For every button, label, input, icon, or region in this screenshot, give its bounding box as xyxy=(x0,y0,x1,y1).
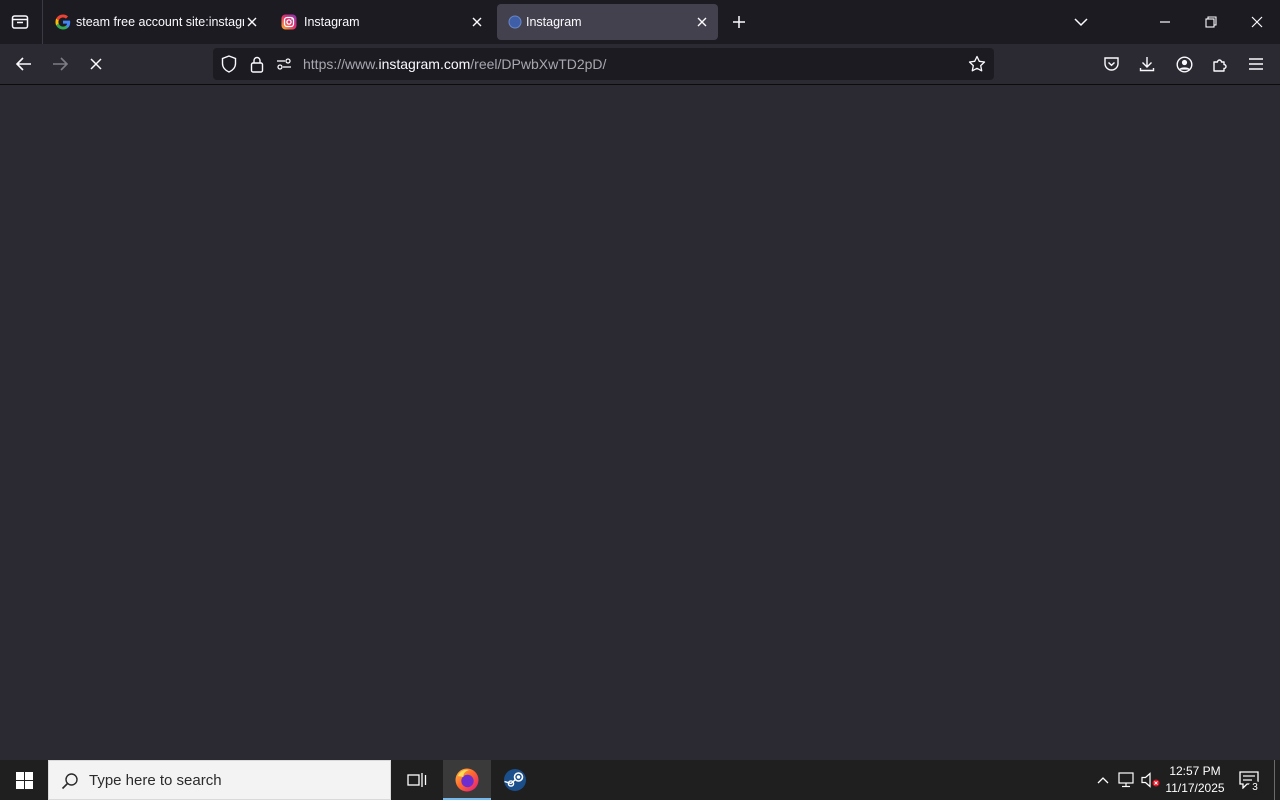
clock-time: 12:57 PM xyxy=(1169,764,1221,778)
url-prefix: https://www. xyxy=(303,56,379,72)
bookmark-star-icon[interactable] xyxy=(968,55,986,73)
loading-globe-icon xyxy=(507,14,523,30)
lock-icon[interactable] xyxy=(248,55,266,73)
notification-count-badge: 3 xyxy=(1248,781,1262,795)
chevron-up-icon xyxy=(1097,777,1109,784)
action-center-button[interactable] xyxy=(1232,760,1266,800)
url-host: instagram.com xyxy=(378,56,471,72)
tab-close-button[interactable] xyxy=(692,12,712,32)
downloads-button[interactable] xyxy=(1131,48,1163,80)
firefox-icon xyxy=(455,768,479,792)
start-button[interactable] xyxy=(0,760,48,800)
url-text[interactable]: https://www.instagram.com/reel/DPwbXwTD2… xyxy=(303,56,606,72)
taskbar-firefox-button[interactable] xyxy=(443,760,491,800)
page-content-area xyxy=(0,85,1280,760)
close-icon xyxy=(697,17,707,27)
taskbar-steam-button[interactable] xyxy=(493,760,537,800)
restore-button[interactable] xyxy=(1194,6,1228,38)
instagram-icon xyxy=(281,14,297,30)
stop-loading-button[interactable] xyxy=(80,48,112,80)
navigation-toolbar: https://www.instagram.com/reel/DPwbXwTD2… xyxy=(0,44,1280,85)
google-g-icon xyxy=(55,14,71,30)
tab-instagram-active[interactable]: Instagram xyxy=(497,4,718,40)
account-button[interactable] xyxy=(1168,48,1200,80)
forward-button[interactable] xyxy=(44,48,76,80)
download-icon xyxy=(1139,57,1155,72)
search-icon xyxy=(61,772,79,790)
minimize-button[interactable] xyxy=(1148,6,1182,38)
app-menu-button[interactable] xyxy=(1240,48,1272,80)
pocket-icon xyxy=(1103,57,1119,71)
network-icon xyxy=(1118,772,1134,788)
account-icon xyxy=(1175,55,1193,73)
tab-separator xyxy=(42,0,43,44)
minimize-icon xyxy=(1160,21,1170,23)
show-hidden-icons-button[interactable] xyxy=(1092,760,1114,800)
clock-date: 11/17/2025 xyxy=(1165,781,1225,795)
tab-close-button[interactable] xyxy=(467,12,487,32)
search-placeholder: Type here to search xyxy=(89,772,222,789)
stop-icon xyxy=(90,58,102,70)
permissions-icon[interactable] xyxy=(275,55,293,73)
tab-close-button[interactable] xyxy=(242,12,262,32)
close-icon xyxy=(472,17,482,27)
tab-title: Instagram xyxy=(526,15,582,29)
task-view-icon xyxy=(407,773,427,787)
arrow-right-icon xyxy=(53,57,68,71)
list-all-tabs-button[interactable] xyxy=(1065,6,1097,38)
close-window-button[interactable] xyxy=(1240,6,1274,38)
volume-button[interactable] xyxy=(1140,760,1162,800)
firefox-view-icon xyxy=(11,13,29,31)
arrow-left-icon xyxy=(16,57,31,71)
network-button[interactable] xyxy=(1116,760,1138,800)
back-button[interactable] xyxy=(8,48,40,80)
windows-logo-icon xyxy=(15,771,33,789)
taskbar-search-box[interactable]: Type here to search xyxy=(48,760,391,800)
firefox-view-button[interactable] xyxy=(4,6,36,38)
task-view-button[interactable] xyxy=(395,760,439,800)
steam-icon xyxy=(504,769,526,791)
close-icon xyxy=(1251,16,1263,28)
extensions-button[interactable] xyxy=(1204,48,1236,80)
speaker-muted-icon xyxy=(1141,772,1160,788)
tab-google-search[interactable]: steam free account site:instagra xyxy=(45,4,267,40)
tracking-protection-shield-icon[interactable] xyxy=(220,55,238,73)
puzzle-piece-icon xyxy=(1212,58,1227,72)
close-icon xyxy=(247,17,257,27)
show-desktop-divider[interactable] xyxy=(1274,760,1275,800)
windows-taskbar: Type here to search 12:57 PM 11/17/2025 xyxy=(0,760,1280,800)
system-clock[interactable]: 12:57 PM 11/17/2025 xyxy=(1162,763,1228,797)
tab-title: Instagram xyxy=(304,15,360,29)
tab-instagram[interactable]: Instagram xyxy=(271,4,493,40)
url-path: /reel/DPwbXwTD2pD/ xyxy=(470,56,607,72)
chevron-down-icon xyxy=(1074,18,1088,27)
restore-icon xyxy=(1205,16,1217,28)
address-bar[interactable]: https://www.instagram.com/reel/DPwbXwTD2… xyxy=(213,48,994,80)
pocket-button[interactable] xyxy=(1095,48,1127,80)
plus-icon xyxy=(733,16,745,28)
new-tab-button[interactable] xyxy=(723,6,755,38)
hamburger-menu-icon xyxy=(1249,58,1263,70)
tab-title: steam free account site:instagra xyxy=(76,15,244,29)
tab-strip: steam free account site:instagra Instagr… xyxy=(0,0,1280,44)
